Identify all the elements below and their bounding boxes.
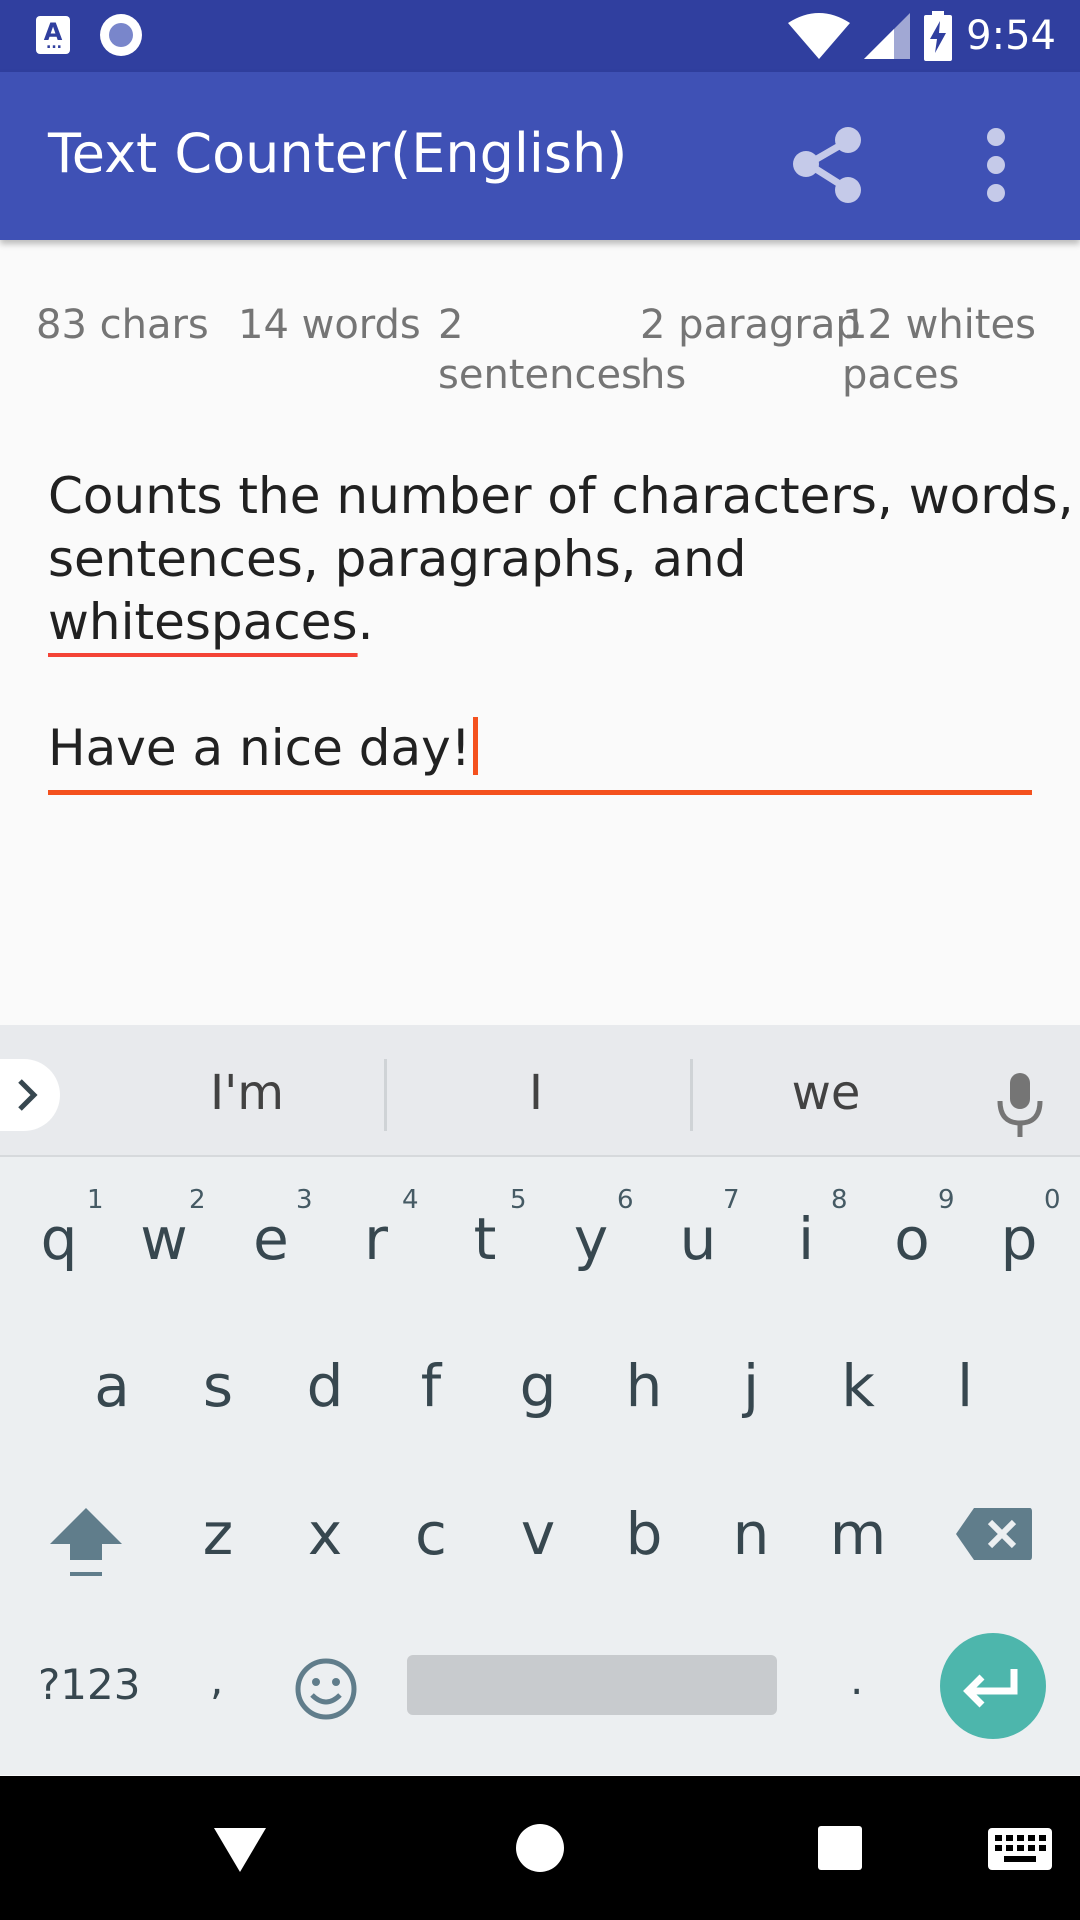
misspelled-word[interactable]: whitespaces: [48, 593, 358, 651]
share-button[interactable]: [776, 112, 880, 216]
signal-icon: [864, 13, 911, 59]
key-q[interactable]: q: [9, 1205, 109, 1273]
keyboard-switch-button[interactable]: [988, 1828, 1052, 1870]
input-underline: [48, 790, 1032, 795]
key-hint: 5: [510, 1185, 527, 1215]
key-z[interactable]: z: [168, 1500, 268, 1568]
recents-button[interactable]: [816, 1824, 864, 1872]
text-icon: A: [36, 16, 70, 60]
status-bar: A 9:54: [0, 0, 1080, 72]
mic-icon: [997, 1073, 1043, 1137]
backspace-key[interactable]: [954, 1506, 1034, 1562]
key-m[interactable]: m: [808, 1500, 908, 1568]
recents-icon: [818, 1826, 862, 1870]
share-icon: [793, 127, 861, 203]
text-cursor: [472, 717, 478, 775]
suggestion-2[interactable]: I: [436, 1065, 636, 1121]
key-hint: 8: [831, 1185, 848, 1215]
key-n[interactable]: n: [701, 1500, 801, 1568]
space-bar[interactable]: [407, 1655, 777, 1715]
key-r[interactable]: r: [326, 1205, 426, 1273]
battery-charging-icon: [924, 11, 953, 61]
key-hint: 9: [938, 1185, 955, 1215]
key-d[interactable]: d: [275, 1352, 375, 1420]
key-l[interactable]: l: [915, 1352, 1015, 1420]
key-hint: 4: [402, 1185, 419, 1215]
suggestion-3[interactable]: we: [726, 1065, 926, 1121]
expand-suggestions-button[interactable]: [0, 1059, 60, 1131]
more-vert-icon: [987, 128, 1005, 202]
suggestion-divider: [384, 1059, 387, 1131]
enter-key[interactable]: [940, 1633, 1046, 1739]
key-h[interactable]: h: [594, 1352, 694, 1420]
enter-icon: [963, 1669, 1018, 1708]
key-hint: 3: [296, 1185, 313, 1215]
emoji-key[interactable]: [292, 1655, 360, 1723]
key-hint: 7: [723, 1185, 740, 1215]
back-icon: [214, 1828, 266, 1872]
key-f[interactable]: f: [381, 1352, 481, 1420]
suggestion-divider: [690, 1059, 693, 1131]
period-key[interactable]: .: [850, 1655, 863, 1704]
text-stats: 83 chars 14 words 2 sentences 2 paragrap…: [0, 300, 1080, 410]
back-button[interactable]: [210, 1824, 270, 1874]
key-t[interactable]: t: [435, 1205, 535, 1273]
key-p[interactable]: p: [969, 1205, 1069, 1273]
key-j[interactable]: j: [701, 1352, 801, 1420]
app-title: Text Counter(English): [48, 122, 628, 185]
app-toolbar: Text Counter(English): [0, 72, 1080, 240]
key-c[interactable]: c: [381, 1500, 481, 1568]
char-count: 83 chars: [36, 302, 209, 348]
key-e[interactable]: e: [221, 1205, 321, 1273]
key-hint: 2: [189, 1185, 206, 1215]
key-x[interactable]: x: [275, 1500, 375, 1568]
key-hint: 6: [617, 1185, 634, 1215]
text-input-area[interactable]: Counts the number of characters, words, …: [48, 465, 1074, 780]
comma-key[interactable]: ,: [210, 1655, 223, 1704]
key-w[interactable]: w: [114, 1205, 214, 1273]
whitespace-count: 12 whites paces: [842, 302, 1036, 398]
symbols-key[interactable]: ?123: [38, 1660, 140, 1709]
wifi-icon: [788, 13, 851, 59]
key-i[interactable]: i: [756, 1205, 856, 1273]
key-k[interactable]: k: [808, 1352, 908, 1420]
key-hint: 0: [1044, 1185, 1061, 1215]
key-o[interactable]: o: [862, 1205, 962, 1273]
backspace-icon: [956, 1508, 1032, 1560]
key-y[interactable]: y: [541, 1205, 641, 1273]
keyboard-icon: [988, 1828, 1052, 1870]
key-u[interactable]: u: [648, 1205, 748, 1273]
home-button[interactable]: [514, 1822, 566, 1874]
key-b[interactable]: b: [594, 1500, 694, 1568]
suggestion-1[interactable]: I'm: [147, 1065, 347, 1121]
emoji-icon: [295, 1658, 357, 1720]
chevron-right-icon: [18, 1079, 38, 1111]
record-icon: [100, 14, 142, 56]
clock: 9:54: [966, 13, 1056, 59]
key-a[interactable]: a: [62, 1352, 162, 1420]
voice-input-button[interactable]: [990, 1067, 1050, 1147]
more-options-button[interactable]: [960, 112, 1032, 216]
key-v[interactable]: v: [488, 1500, 588, 1568]
shift-icon: [50, 1508, 122, 1576]
shift-key[interactable]: [44, 1500, 128, 1584]
suggestion-strip: I'm I we: [0, 1025, 1080, 1157]
key-hint: 1: [87, 1185, 104, 1215]
paragraph-count: 2 paragrap hs: [640, 302, 861, 398]
word-count: 14 words: [238, 302, 421, 348]
navigation-bar: [0, 1776, 1080, 1920]
key-g[interactable]: g: [488, 1352, 588, 1420]
sentence-count: 2 sentences: [438, 302, 642, 398]
home-icon: [516, 1824, 564, 1872]
key-s[interactable]: s: [168, 1352, 268, 1420]
